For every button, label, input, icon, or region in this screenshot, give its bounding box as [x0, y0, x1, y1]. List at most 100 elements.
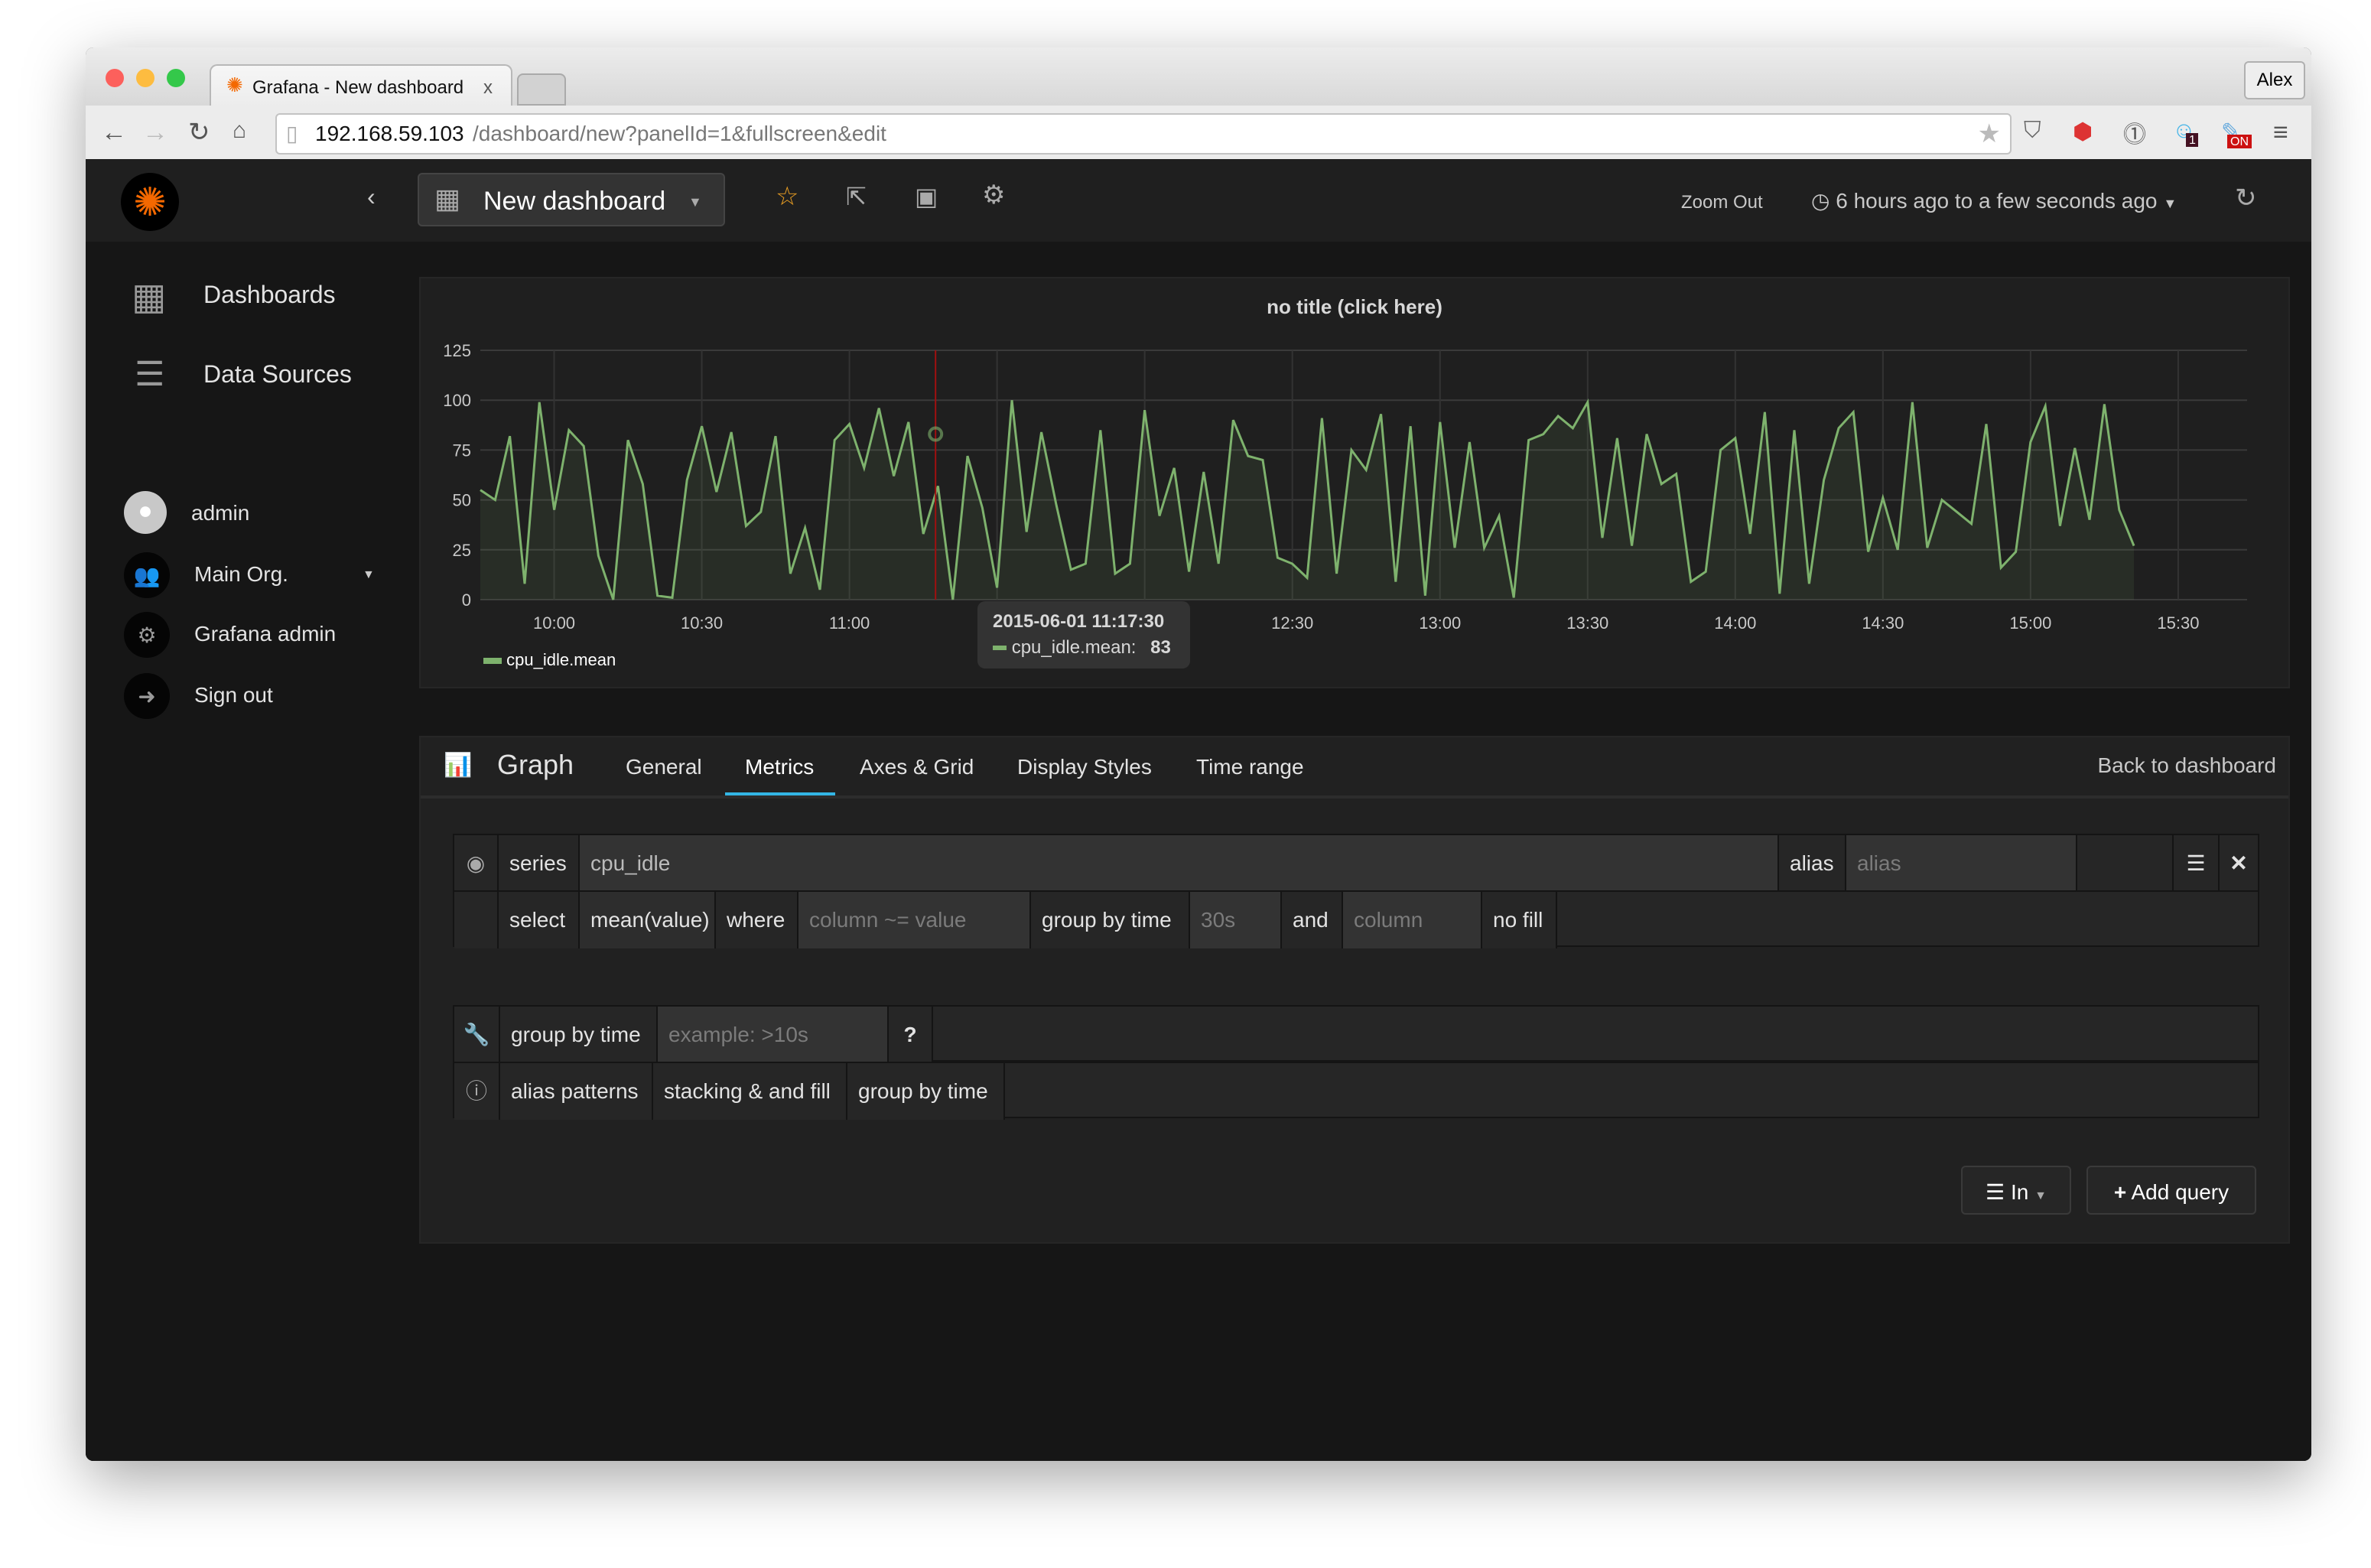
datasource-label: In — [2010, 1179, 2029, 1204]
alias-input[interactable]: alias — [1846, 835, 2077, 892]
forward-icon[interactable]: → — [142, 118, 168, 148]
org-name: Main Org. — [194, 561, 288, 586]
tooltip-value: 83 — [1150, 636, 1171, 658]
y-tick-label: 0 — [462, 590, 471, 610]
editor-tabs: 📊 Graph General Metrics Axes & Grid Disp… — [421, 737, 2288, 799]
add-query-button[interactable]: + Add query — [2086, 1166, 2256, 1215]
alias-patterns-link[interactable]: alias patterns — [500, 1063, 653, 1120]
remove-query-icon[interactable]: ✕ — [2220, 835, 2258, 892]
new-tab-button[interactable] — [517, 73, 566, 106]
clock-icon: ◷ — [1811, 188, 1830, 213]
minimize-window-button[interactable] — [136, 69, 154, 87]
profile-button[interactable]: Alex — [2244, 61, 2305, 99]
maximize-window-button[interactable] — [167, 69, 185, 87]
tab-axes-grid[interactable]: Axes & Grid — [860, 754, 974, 779]
options-group-by-time-input[interactable]: example: >10s — [658, 1007, 889, 1063]
legend-color-swatch — [483, 658, 502, 665]
tooltip: 2015-06-01 11:17:30 cpu_idle.mean: 83 — [977, 601, 1190, 669]
panel-type-title: Graph — [497, 750, 574, 780]
where-input[interactable]: column ~= value — [798, 892, 1031, 948]
time-range-picker[interactable]: ◷ 6 hours ago to a few seconds ago ▼ — [1811, 188, 2177, 214]
home-icon[interactable]: ⌂ — [233, 118, 246, 144]
bookmark-star-icon[interactable]: ★ — [1978, 115, 2002, 153]
share-icon[interactable]: ⇱ — [846, 182, 867, 213]
tab-general[interactable]: General — [626, 754, 702, 779]
info-icon: ⓘ — [454, 1063, 500, 1120]
back-icon[interactable]: ← — [101, 118, 127, 148]
help-icon[interactable]: ? — [889, 1007, 933, 1063]
group-by-column-input[interactable]: column — [1343, 892, 1482, 948]
graph-chart[interactable]: 025507510012510:0010:3011:0011:3012:0012… — [421, 278, 2288, 687]
x-tick-label: 10:00 — [533, 613, 575, 633]
grafana-admin-link[interactable]: ⚙ Grafana admin — [124, 612, 384, 658]
options-group-by-time-label: group by time — [500, 1007, 658, 1063]
fill-option[interactable]: no fill — [1482, 892, 1557, 948]
dashboard-picker[interactable]: ▦ New dashboard ▼ — [418, 173, 725, 226]
save-icon[interactable]: ▣ — [915, 182, 938, 213]
tooltip-time: 2015-06-01 11:17:30 — [993, 610, 1165, 632]
add-query-label: Add query — [2131, 1179, 2230, 1204]
series-label: series — [499, 835, 580, 892]
org-switcher[interactable]: 👥 Main Org. ▼ — [124, 552, 384, 598]
wrench-icon: 🔧 — [454, 1007, 500, 1063]
group-by-time-input[interactable]: 30s — [1190, 892, 1282, 948]
user-profile-link[interactable]: ● admin — [124, 491, 384, 537]
x-tick-label: 14:00 — [1714, 613, 1756, 633]
browser-window: ✺ Grafana - New dashboard x Alex ← → ↻ ⌂… — [86, 47, 2311, 1461]
x-tick-label: 12:30 — [1271, 613, 1313, 633]
close-window-button[interactable] — [106, 69, 124, 87]
alias-label: alias — [1779, 835, 1846, 892]
avatar: ● — [124, 491, 167, 534]
plus-icon: + — [2113, 1179, 2127, 1204]
collapse-sidebar-icon[interactable]: ‹ — [367, 185, 376, 213]
tab-time-range[interactable]: Time range — [1196, 754, 1304, 779]
refresh-icon[interactable]: ↻ — [2235, 184, 2257, 214]
star-icon[interactable]: ☆ — [776, 182, 799, 213]
sign-out-icon: ➜ — [124, 673, 170, 719]
y-tick-label: 125 — [443, 341, 471, 360]
group-by-time-help-link[interactable]: group by time — [847, 1063, 1005, 1120]
menu-icon[interactable]: ≡ — [2273, 118, 2288, 148]
sidebar-item-dashboards[interactable]: ▦ Dashboards — [132, 275, 407, 321]
zoom-out-button[interactable]: Zoom Out — [1681, 191, 1763, 213]
back-to-dashboard-link[interactable]: Back to dashboard — [2098, 753, 2277, 777]
legend-item[interactable]: cpu_idle.mean — [483, 652, 616, 670]
address-bar[interactable]: ▯ 192.168.59.103 /dashboard/new?panelId=… — [275, 113, 2012, 155]
active-tab-underline — [725, 792, 835, 795]
sidebar-item-data-sources[interactable]: ☰ Data Sources — [132, 355, 407, 401]
ghostery-badge: 1 — [2186, 133, 2199, 147]
gear-icon[interactable]: ⚙ — [982, 181, 1006, 211]
database-icon: ☰ — [1986, 1179, 2005, 1204]
reload-icon[interactable]: ↻ — [188, 118, 210, 148]
top-navbar: ✺ ‹ ▦ New dashboard ▼ ☆ ⇱ ▣ ⚙ Zoom Out ◷… — [86, 159, 2311, 242]
stacking-fill-link[interactable]: stacking & and fill — [653, 1063, 847, 1120]
query-row-series: ◉ series cpu_idle alias alias ☰ ✕ — [453, 834, 2259, 892]
query-menu-icon[interactable]: ☰ — [2174, 835, 2220, 892]
dashboards-icon: ▦ — [132, 277, 167, 318]
x-tick-label: 15:30 — [2157, 613, 2199, 633]
panel-editor: 📊 Graph General Metrics Axes & Grid Disp… — [419, 736, 2290, 1244]
user-name: admin — [191, 500, 250, 525]
tooltip-series-row: cpu_idle.mean: 83 — [993, 636, 1171, 658]
datasource-select-button[interactable]: ☰ In ▼ — [1961, 1166, 2071, 1215]
series-input[interactable]: cpu_idle — [580, 835, 1779, 892]
sign-out-link[interactable]: ➜ Sign out — [124, 673, 384, 719]
x-tick-label: 11:00 — [829, 613, 870, 633]
onepassword-icon[interactable]: ⓵ — [2123, 118, 2146, 150]
pocket-icon[interactable]: ⛉ — [2024, 118, 2041, 144]
tab-display-styles[interactable]: Display Styles — [1017, 754, 1152, 779]
tab-close-icon[interactable]: x — [483, 76, 493, 98]
chevron-down-icon: ▼ — [688, 194, 702, 210]
browser-tab[interactable]: ✺ Grafana - New dashboard x — [210, 64, 512, 107]
x-tick-label: 13:00 — [1419, 613, 1461, 633]
y-tick-label: 100 — [443, 391, 471, 410]
eye-icon[interactable]: ◉ — [454, 835, 499, 892]
adblock-icon[interactable]: ⬢ — [2073, 118, 2093, 145]
sidebar-item-label: Dashboards — [203, 283, 336, 309]
sidebar-item-label: Data Sources — [203, 363, 352, 389]
tab-metrics[interactable]: Metrics — [745, 754, 814, 779]
select-function[interactable]: mean(value) — [580, 892, 716, 948]
y-tick-label: 25 — [453, 541, 471, 560]
title-bar: ✺ Grafana - New dashboard x Alex — [86, 47, 2311, 107]
grafana-logo[interactable]: ✺ — [121, 173, 179, 231]
